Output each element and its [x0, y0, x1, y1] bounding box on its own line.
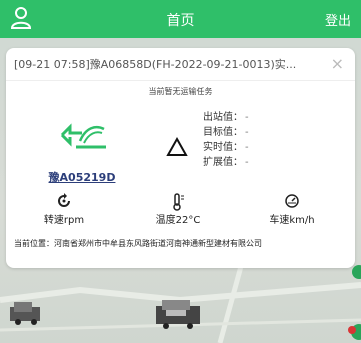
rotation-icon [24, 193, 104, 211]
vehicle-card: [09-21 07:58]豫A06858D(FH-2022-09-21-0013… [6, 48, 355, 268]
info-label: 实时值： [203, 142, 243, 153]
info-item-target: 目标值： - [203, 125, 249, 140]
truck-info: 豫A05219D [32, 123, 132, 185]
info-item-outbound: 出站值： - [203, 110, 249, 125]
divider [6, 80, 355, 81]
status-badge[interactable] [352, 265, 361, 279]
notification-text[interactable]: [09-21 07:58]豫A06858D(FH-2022-09-21-0013… [14, 56, 319, 72]
gauge-label: 车速km/h [269, 215, 315, 226]
gauge-row: 转速rpm 温度22°C 车速km/h [6, 193, 355, 233]
speedometer-icon [252, 193, 332, 211]
truck-marker [156, 300, 200, 329]
info-label: 扩展值： [203, 157, 243, 168]
license-plate-link[interactable]: 豫A05219D [32, 169, 132, 185]
info-value: - [245, 157, 249, 168]
current-location: 当前位置：河南省郑州市中牟县东风路街道河南神通新型建材有限公司 [14, 239, 262, 248]
info-label: 出站值： [203, 112, 243, 123]
logout-button[interactable]: 登出 [325, 10, 351, 29]
gauge-temperature: 温度22°C [138, 193, 218, 226]
alert-badge[interactable] [348, 326, 356, 334]
info-list: 出站值： - 目标值： - 实时值： - 扩展值： - [203, 110, 249, 170]
gauge-speed: 车速km/h [252, 193, 332, 226]
info-value: - [245, 112, 249, 123]
gauge-label: 转速rpm [43, 215, 85, 226]
thermometer-icon [138, 193, 218, 211]
triangle-outline-icon [166, 136, 188, 156]
map-side-badges[interactable] [341, 262, 361, 342]
gauge-rpm: 转速rpm [24, 193, 104, 226]
info-value: - [245, 142, 249, 153]
info-item-realtime: 实时值： - [203, 140, 249, 155]
page-title: 首页 [166, 13, 195, 29]
info-value: - [245, 127, 249, 138]
gauge-label: 温度22°C [155, 215, 201, 226]
info-item-extended: 扩展值： - [203, 155, 249, 170]
truck-marker [10, 302, 40, 325]
truck-brand-icon [60, 123, 106, 149]
app-header: 首页 登出 [0, 0, 361, 38]
info-label: 目标值： [203, 127, 243, 138]
close-icon[interactable]: × [331, 54, 344, 73]
notification-row[interactable]: [09-21 07:58]豫A06858D(FH-2022-09-21-0013… [14, 54, 344, 76]
task-status-text: 当前暂无运输任务 [148, 87, 213, 96]
